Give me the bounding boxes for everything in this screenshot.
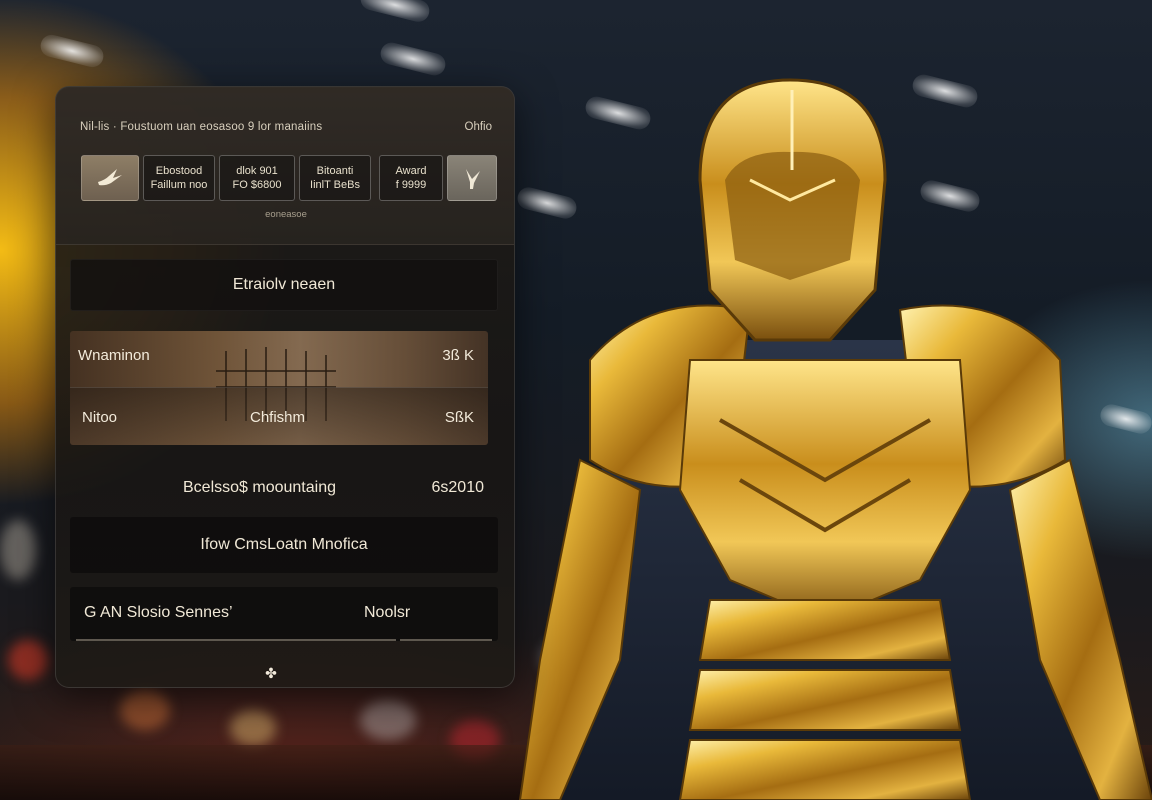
media-row2-value: SßK — [444, 409, 474, 426]
gesture-icon — [466, 169, 480, 189]
panel-header: Nil-lis · Foustuom uan eosasoo 9 lor man… — [56, 87, 514, 245]
tile-stat[interactable]: Ebostood Faillum noo — [143, 155, 215, 201]
info-panel: Nil-lis · Foustuom uan eosasoo 9 lor man… — [55, 86, 515, 688]
media-row2-center: Chfishm — [250, 409, 306, 426]
footer-row[interactable]: G AN Slosio Sennes’ Noolsr — [70, 587, 498, 641]
bokeh-light — [120, 690, 170, 730]
tile-stat[interactable]: Award f 9999 — [379, 155, 443, 201]
footer-progress-gap — [396, 639, 400, 641]
ceiling-light — [38, 32, 106, 70]
footer-label: G AN Slosio Sennes’ — [84, 604, 233, 621]
tile-line: FO $6800 — [232, 179, 282, 191]
tile-line: Faillum noo — [150, 179, 208, 191]
bokeh-light — [0, 520, 36, 580]
tiles-caption: eoneasoe — [265, 209, 307, 220]
media-row1-value: 3ß K — [442, 347, 474, 364]
summary-row[interactable]: Bcelsso$ moountaing 6s2010 — [70, 463, 498, 513]
bokeh-light — [230, 710, 276, 746]
tile-line: dlok 901 — [236, 165, 278, 177]
bird-icon — [98, 169, 122, 186]
media-divider — [70, 387, 488, 388]
footer-value: Noolsr — [364, 604, 411, 621]
header-action-link[interactable]: Ohfio — [465, 121, 493, 133]
tile-line: Ebostood — [155, 165, 203, 177]
bokeh-light — [8, 640, 48, 680]
tile-stat[interactable]: Bitoanti IinlT BeBs — [299, 155, 371, 201]
armored-figure-illustration — [518, 78, 1152, 800]
breadcrumb: Nil-lis · Foustuom uan eosasoo 9 lor man… — [80, 121, 323, 133]
handle-icon[interactable]: ✤ — [259, 665, 283, 681]
action-row-button[interactable]: Ifow CmsLoatn Mnofica — [70, 517, 498, 573]
tile-line: Award — [395, 165, 427, 177]
tile-line: IinlT BeBs — [310, 179, 360, 191]
tile-line: f 9999 — [395, 179, 427, 191]
ceiling-light — [378, 40, 448, 78]
media-row2-label: Nitoo — [82, 409, 118, 426]
footer-progress-track — [76, 639, 492, 641]
tile-icon-gesture[interactable] — [447, 155, 497, 201]
tile-icon-bird[interactable] — [81, 155, 139, 201]
tile-line: Bitoanti — [316, 165, 354, 177]
section-title[interactable]: Etraiolv neaen — [70, 259, 498, 311]
summary-label: Bcelsso$ moountaing — [183, 479, 336, 496]
ceiling-light — [358, 0, 432, 25]
media-row1-label: Wnaminon — [78, 347, 150, 364]
media-card[interactable]: Wnaminon 3ß K Nitoo Chfishm SßK — [70, 331, 488, 445]
tile-row: Ebostood Faillum noo dlok 901 FO $6800 B… — [81, 155, 497, 203]
bokeh-light — [360, 700, 416, 740]
summary-value: 6s2010 — [431, 479, 485, 496]
tile-stat[interactable]: dlok 901 FO $6800 — [219, 155, 295, 201]
